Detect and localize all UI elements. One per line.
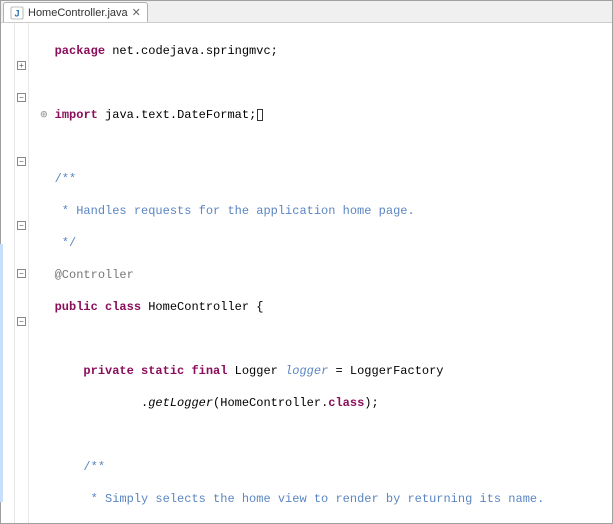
keyword: public class: [55, 300, 141, 314]
javadoc: * Simply selects the home view to render…: [83, 492, 544, 506]
fold-column: + − − − − −: [15, 23, 29, 523]
javadoc: * Handles requests for the application h…: [55, 204, 415, 218]
fold-collapse-icon[interactable]: −: [17, 93, 26, 102]
javadoc: /**: [83, 460, 105, 474]
keyword: private static final: [83, 364, 227, 378]
editor-tab[interactable]: J HomeController.java ✕: [3, 2, 148, 22]
keyword: package: [55, 44, 105, 58]
close-icon[interactable]: ✕: [132, 6, 141, 19]
static-call: getLogger: [148, 396, 213, 410]
marker-column: [1, 23, 15, 523]
tab-bar: J HomeController.java ✕: [1, 1, 612, 23]
fold-collapse-icon[interactable]: −: [17, 221, 26, 230]
annotation: @Controller: [55, 268, 134, 282]
editor-area: + − − − − − package net.codejava.springm…: [1, 23, 612, 523]
fold-collapse-icon[interactable]: −: [17, 269, 26, 278]
expand-icon: ⊕: [40, 108, 47, 122]
fold-collapse-icon[interactable]: −: [17, 317, 26, 326]
keyword: import: [55, 108, 98, 122]
javadoc: /**: [55, 172, 77, 186]
fold-expand-icon[interactable]: +: [17, 61, 26, 70]
code-area[interactable]: package net.codejava.springmvc; ⊕ import…: [29, 23, 612, 523]
svg-text:J: J: [14, 8, 19, 18]
static-field: logger: [285, 364, 328, 378]
folded-indicator[interactable]: [257, 109, 263, 121]
javadoc: */: [55, 236, 77, 250]
java-file-icon: J: [10, 6, 24, 20]
method-range-highlight: [0, 244, 3, 502]
fold-collapse-icon[interactable]: −: [17, 157, 26, 166]
tab-label: HomeController.java: [28, 7, 128, 19]
